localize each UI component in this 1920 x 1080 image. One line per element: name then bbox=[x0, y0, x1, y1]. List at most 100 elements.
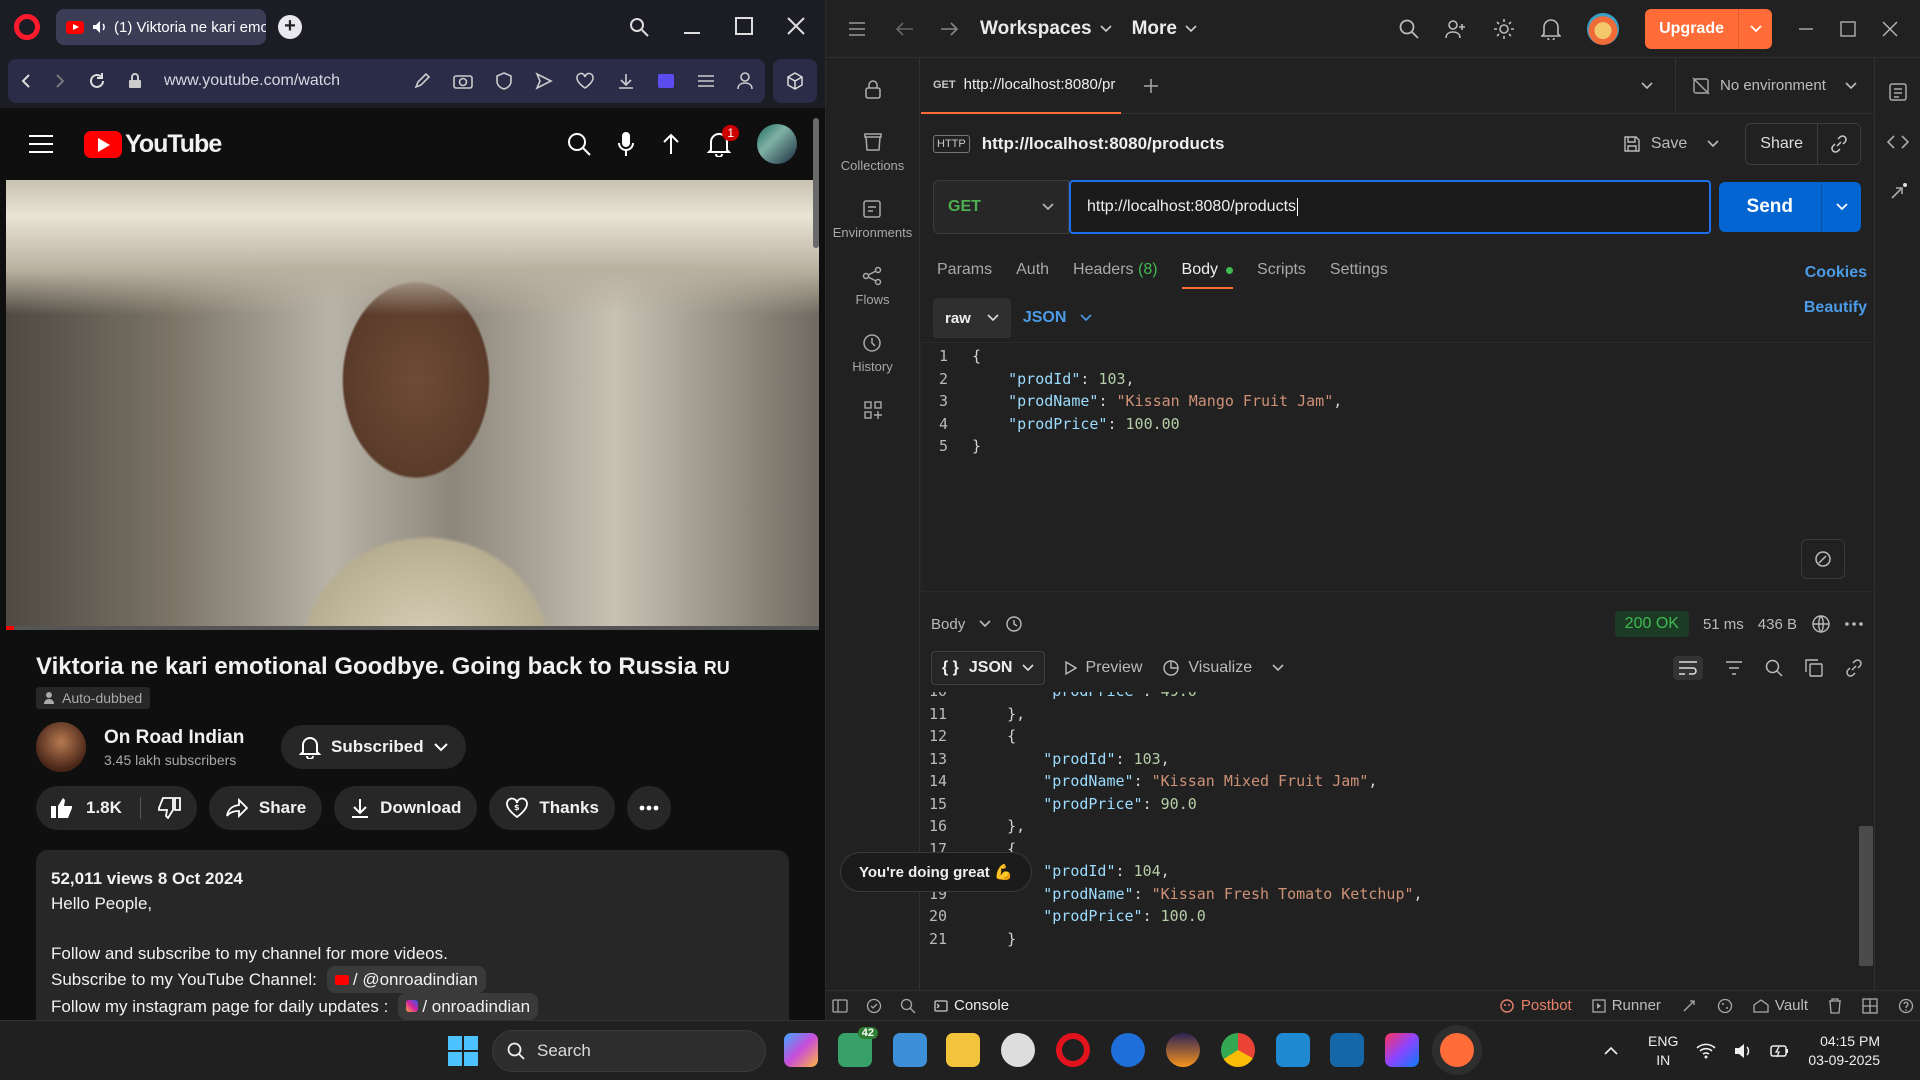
send-button[interactable]: Send bbox=[1718, 182, 1861, 232]
chevron-up-icon[interactable] bbox=[1604, 1046, 1618, 1056]
save-button[interactable]: Save bbox=[1623, 135, 1687, 153]
runner-button[interactable]: Runner bbox=[1592, 997, 1661, 1014]
preview-button[interactable]: Preview bbox=[1065, 659, 1142, 677]
back-icon[interactable] bbox=[20, 73, 32, 89]
documentation-icon[interactable] bbox=[1888, 82, 1908, 102]
channel-name[interactable]: On Road Indian bbox=[104, 727, 269, 749]
sidebar-item-flows[interactable]: Flows bbox=[856, 266, 889, 307]
maximize-icon[interactable] bbox=[1840, 20, 1856, 37]
method-select[interactable]: GET bbox=[933, 180, 1069, 234]
trash-icon[interactable] bbox=[1828, 997, 1842, 1014]
edit-icon[interactable] bbox=[413, 72, 431, 90]
video-player[interactable] bbox=[6, 180, 819, 630]
video-description[interactable]: 52,011 views 8 Oct 2024 Hello People, Fo… bbox=[36, 850, 789, 1020]
minimize-icon[interactable] bbox=[1798, 21, 1814, 37]
profile-icon[interactable] bbox=[737, 72, 753, 90]
instagram-link[interactable]: / onroadindian bbox=[398, 993, 539, 1020]
add-workbench-icon[interactable] bbox=[863, 400, 883, 420]
menu-icon[interactable] bbox=[28, 134, 54, 154]
visualize-button[interactable]: Visualize bbox=[1162, 659, 1252, 677]
sidebar-item-history[interactable]: History bbox=[852, 333, 893, 374]
beautify-link[interactable]: Beautify bbox=[1804, 299, 1867, 317]
toggle-sidebar-icon[interactable] bbox=[832, 998, 848, 1013]
file-explorer-icon[interactable] bbox=[946, 1033, 980, 1067]
search-tabs-icon[interactable] bbox=[629, 17, 649, 37]
response-time[interactable]: 51 ms bbox=[1703, 616, 1744, 633]
back-arrow-icon[interactable] bbox=[896, 21, 914, 36]
lock-icon[interactable] bbox=[864, 80, 882, 100]
close-icon[interactable] bbox=[1882, 21, 1898, 37]
body-mode-select[interactable]: raw bbox=[933, 298, 1011, 338]
virtualbox-icon[interactable] bbox=[1330, 1033, 1364, 1067]
send-icon[interactable] bbox=[535, 72, 553, 90]
share-button[interactable]: Share bbox=[1745, 123, 1861, 165]
like-button[interactable]: 1.8K bbox=[36, 797, 141, 819]
cookies-link[interactable]: Cookies bbox=[1805, 264, 1867, 282]
response-body-viewer[interactable]: 10 "prodPrice": 49.011 },12 {13 "prodId"… bbox=[921, 692, 1873, 978]
browser-tab-youtube[interactable]: (1) Viktoria ne kari emotional Goodbye bbox=[56, 9, 266, 45]
download-icon[interactable] bbox=[617, 72, 635, 90]
extensions-icon[interactable] bbox=[773, 59, 817, 103]
tabs-dropdown-icon[interactable] bbox=[1641, 81, 1653, 90]
eclipse-icon[interactable] bbox=[1166, 1033, 1200, 1067]
download-button[interactable]: Download bbox=[334, 786, 478, 830]
notification-bell-icon[interactable] bbox=[1541, 18, 1562, 40]
taskbar-search[interactable]: Search bbox=[492, 1030, 766, 1072]
youtube-logo[interactable]: YouTube bbox=[84, 130, 222, 159]
upload-icon[interactable] bbox=[661, 132, 681, 156]
response-history-icon[interactable] bbox=[1005, 615, 1023, 633]
shield-icon[interactable] bbox=[495, 72, 513, 90]
ai-assist-icon[interactable] bbox=[1801, 539, 1845, 579]
postman-taskbar-icon[interactable] bbox=[1440, 1033, 1474, 1067]
online-status-icon[interactable] bbox=[866, 998, 882, 1014]
tab-scripts[interactable]: Scripts bbox=[1257, 261, 1306, 279]
battery-icon[interactable] bbox=[1770, 1043, 1790, 1059]
sidebar-item-collections[interactable]: Collections bbox=[841, 132, 904, 173]
more-menu[interactable]: More bbox=[1132, 18, 1197, 40]
upgrade-button[interactable]: Upgrade bbox=[1645, 8, 1772, 49]
more-options-icon[interactable] bbox=[1845, 622, 1863, 626]
page-scrollbar[interactable] bbox=[813, 118, 819, 248]
request-tab[interactable]: GET http://localhost:8080/pr bbox=[921, 58, 1121, 114]
tab-body[interactable]: Body bbox=[1181, 261, 1234, 289]
response-size[interactable]: 436 B bbox=[1758, 616, 1797, 633]
search-response-icon[interactable] bbox=[1765, 659, 1783, 677]
minimize-icon[interactable] bbox=[683, 17, 701, 37]
related-collections-icon[interactable] bbox=[1888, 182, 1908, 202]
help-icon[interactable] bbox=[1898, 998, 1914, 1014]
notepad-icon[interactable] bbox=[893, 1033, 927, 1067]
postbot-button[interactable]: Postbot bbox=[1499, 997, 1572, 1014]
forward-arrow-icon[interactable] bbox=[940, 21, 958, 36]
close-icon[interactable] bbox=[787, 17, 805, 37]
tab-auth[interactable]: Auth bbox=[1016, 261, 1049, 279]
status-badge[interactable]: 200 OK bbox=[1614, 611, 1689, 637]
url-text[interactable]: www.youtube.com/watch bbox=[164, 72, 340, 90]
settings-gear-icon[interactable] bbox=[1493, 18, 1515, 40]
code-icon[interactable] bbox=[1886, 134, 1909, 150]
dislike-button[interactable] bbox=[141, 797, 197, 819]
new-tab-plus-icon[interactable] bbox=[1143, 78, 1159, 94]
address-bar[interactable]: www.youtube.com/watch bbox=[8, 59, 765, 103]
clock-app-icon[interactable] bbox=[1001, 1033, 1035, 1067]
wifi-icon[interactable] bbox=[1696, 1043, 1716, 1059]
link-icon[interactable] bbox=[1845, 659, 1863, 677]
user-avatar[interactable] bbox=[1587, 12, 1620, 45]
language-indicator[interactable]: ENG IN bbox=[1648, 1032, 1678, 1070]
forward-icon[interactable] bbox=[54, 73, 66, 89]
tab-settings[interactable]: Settings bbox=[1330, 261, 1388, 279]
system-clock[interactable]: 04:15 PM 03-09-2025 bbox=[1808, 1032, 1880, 1070]
encouragement-toast[interactable]: You're doing great 💪 bbox=[840, 852, 1032, 892]
visualize-dropdown-icon[interactable] bbox=[1272, 664, 1284, 672]
opera-taskbar-icon[interactable] bbox=[1056, 1033, 1090, 1067]
invite-user-icon[interactable] bbox=[1445, 19, 1467, 39]
workspaces-menu[interactable]: Workspaces bbox=[980, 18, 1112, 40]
cookies-icon[interactable] bbox=[1717, 998, 1733, 1014]
chrome-icon[interactable] bbox=[1221, 1033, 1255, 1067]
microphone-icon[interactable] bbox=[617, 131, 635, 157]
sidebar-item-environments[interactable]: Environments bbox=[833, 199, 912, 240]
video-progress-bar[interactable] bbox=[6, 626, 819, 630]
sidebar-toggle-icon[interactable] bbox=[657, 73, 675, 89]
hamburger-menu-icon[interactable] bbox=[848, 21, 866, 36]
youtube-channel-link[interactable]: / @onroadindian bbox=[326, 966, 486, 993]
opera-logo-icon[interactable] bbox=[14, 14, 40, 40]
